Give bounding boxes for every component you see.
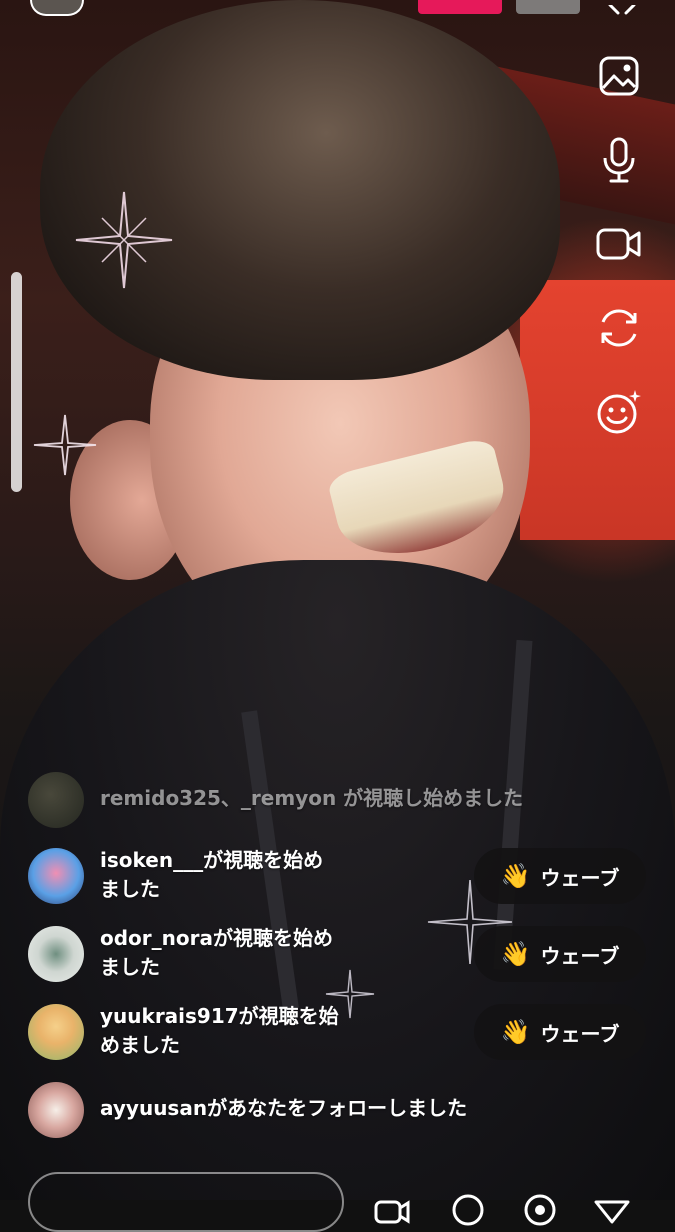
microphone-icon[interactable]	[595, 136, 643, 184]
flip-camera-icon[interactable]	[595, 304, 643, 352]
comment-text-line1: yuukrais917が視聴を始	[100, 1004, 339, 1028]
live-badge[interactable]	[418, 0, 502, 14]
comment-text-line2: ました	[100, 955, 160, 979]
wave-hand-icon: 👋	[500, 1018, 531, 1046]
comment-text-line1: odor_noraが視聴を始め	[100, 926, 333, 950]
avatar[interactable]	[28, 848, 84, 904]
avatar[interactable]	[28, 772, 84, 828]
close-icon[interactable]	[604, 0, 640, 15]
host-avatar[interactable]	[30, 0, 84, 16]
comment-text-line1: isoken___が視聴を始め	[100, 848, 324, 872]
heart-icon[interactable]	[520, 1188, 560, 1228]
comment-input[interactable]	[28, 1172, 344, 1232]
sparkle-effect-small	[33, 414, 97, 476]
send-icon[interactable]	[592, 1188, 632, 1228]
bottom-bar	[0, 1150, 675, 1232]
viewer-count-badge[interactable]	[516, 0, 580, 14]
avatar[interactable]	[28, 1004, 84, 1060]
gallery-icon[interactable]	[595, 52, 643, 100]
comment-text: ayyuusanがあなたをフォローしました	[100, 1096, 468, 1120]
add-guest-icon[interactable]	[372, 1188, 412, 1228]
wave-button[interactable]: 👋 ウェーブ	[474, 1004, 646, 1060]
avatar[interactable]	[28, 1082, 84, 1138]
wave-button[interactable]: 👋 ウェーブ	[474, 926, 646, 982]
wave-label: ウェーブ	[540, 1021, 620, 1046]
comment-text: remido325、_remyon が視聴し始めました	[100, 786, 524, 810]
wave-button[interactable]: 👋 ウェーブ	[474, 848, 646, 904]
scroll-indicator[interactable]	[11, 272, 22, 492]
comment-text-line2: めました	[100, 1033, 180, 1057]
question-icon[interactable]	[448, 1188, 488, 1228]
wave-hand-icon: 👋	[500, 940, 531, 968]
wave-label: ウェーブ	[540, 865, 620, 890]
sparkle-effect	[75, 191, 173, 289]
wave-label: ウェーブ	[540, 943, 620, 968]
avatar[interactable]	[28, 926, 84, 982]
effects-icon[interactable]	[595, 388, 643, 436]
wave-hand-icon: 👋	[500, 862, 531, 890]
comment-text-line2: ました	[100, 877, 160, 901]
video-camera-icon[interactable]	[595, 220, 643, 268]
